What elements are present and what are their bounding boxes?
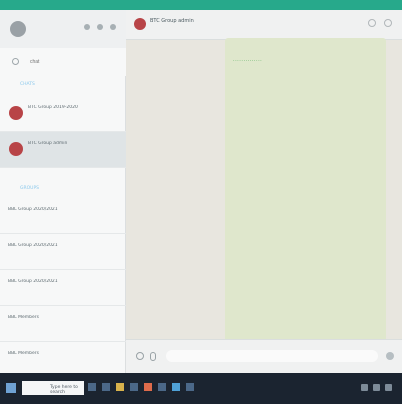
search-input[interactable] (30, 56, 110, 68)
chat-avatar (9, 142, 23, 156)
store-icon[interactable] (130, 383, 138, 391)
chat-list-item[interactable]: BBL Members (0, 306, 126, 342)
menu-icon[interactable] (110, 24, 116, 30)
whatsapp-icon[interactable] (186, 383, 194, 391)
chat-name: BTC Group 2019-2020 (28, 105, 78, 110)
new-chat-icon[interactable] (97, 24, 103, 30)
groups-section-heading: GROUPS (20, 186, 40, 191)
taskbar-search[interactable]: Type here to search (22, 381, 84, 395)
chat-name: BBL Group 2020/2021 (8, 207, 58, 212)
chat-list-item[interactable]: BBL Group 2020/2021 (0, 198, 126, 234)
conversation-header: BTC Group admin (126, 10, 402, 40)
search-row (0, 48, 126, 76)
file-explorer-icon[interactable] (116, 383, 124, 391)
chat-name: BBL Members (8, 315, 39, 320)
chat-avatar (9, 106, 23, 120)
sidebar-header (0, 10, 126, 48)
volume-icon[interactable] (373, 384, 380, 391)
app-window: CHATS BTC Group 2019-2020 BTC Group admi… (0, 0, 402, 404)
menu-icon[interactable] (384, 19, 392, 27)
windows-taskbar: Type here to search (0, 373, 402, 404)
chats-section-heading: CHATS (20, 82, 35, 87)
message-composer (126, 339, 402, 373)
edge-icon[interactable] (102, 383, 110, 391)
my-avatar[interactable] (10, 21, 26, 37)
chrome-icon[interactable] (172, 383, 180, 391)
chat-name: BBL Members (8, 351, 39, 356)
mail-icon[interactable] (158, 383, 166, 391)
search-icon (12, 58, 19, 65)
message-input[interactable] (166, 350, 378, 362)
network-icon[interactable] (361, 384, 368, 391)
sidebar-header-actions (84, 24, 116, 30)
chat-list-item[interactable]: BBL Group 2020/2021 (0, 270, 126, 306)
taskbar-apps (88, 383, 194, 391)
search-icon[interactable] (368, 19, 376, 27)
conversation-pane: BTC Group admin .............. (126, 10, 402, 373)
status-icon[interactable] (84, 24, 90, 30)
system-tray (361, 384, 392, 391)
conversation-actions (368, 19, 392, 27)
chat-sidebar: CHATS BTC Group 2019-2020 BTC Group admi… (0, 10, 126, 378)
message-bubble: .............. (225, 38, 386, 350)
chat-list-item[interactable]: BBL Group 2020/2021 (0, 234, 126, 270)
window-titlebar (0, 0, 402, 10)
office-icon[interactable] (144, 383, 152, 391)
battery-icon[interactable] (385, 384, 392, 391)
chat-name: BTC Group admin (28, 141, 68, 146)
chat-list-item[interactable]: BTC Group 2019-2020 (0, 96, 126, 132)
attach-icon[interactable] (150, 352, 156, 361)
taskbar-search-label: Type here to search (50, 385, 78, 395)
message-title: .............. (233, 57, 263, 63)
conversation-avatar[interactable] (134, 18, 146, 30)
chat-name: BBL Group 2020/2021 (8, 279, 58, 284)
chat-list-item-active[interactable]: BTC Group admin (0, 132, 126, 168)
microphone-icon[interactable] (386, 352, 394, 360)
start-button[interactable] (6, 383, 16, 393)
conversation-title[interactable]: BTC Group admin (150, 18, 194, 24)
chat-name: BBL Group 2020/2021 (8, 243, 58, 248)
task-view-icon[interactable] (88, 383, 96, 391)
emoji-icon[interactable] (136, 352, 144, 360)
